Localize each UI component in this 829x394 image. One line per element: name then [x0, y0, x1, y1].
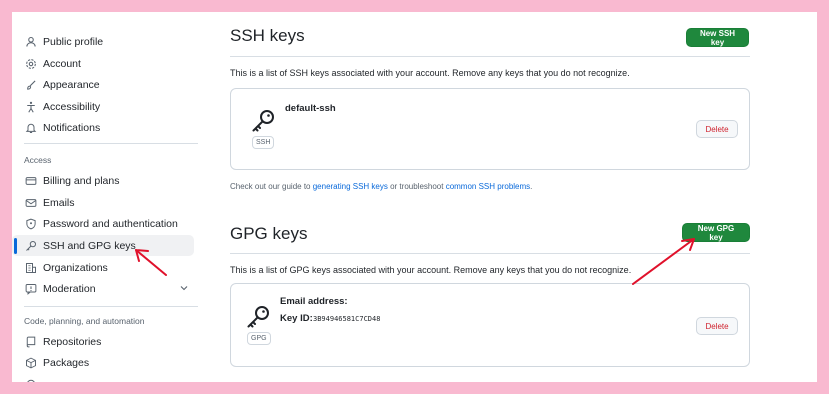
bell-icon — [24, 121, 37, 134]
sidebar-item-label: Repositories — [43, 335, 102, 348]
sidebar-item-packages[interactable]: Packages — [12, 352, 194, 373]
sidebar-item-label: Public profile — [43, 35, 104, 48]
sidebar-item-organizations[interactable]: Organizations — [12, 257, 194, 278]
sidebar-item-partial — [12, 373, 194, 382]
sidebar-item-password-authentication[interactable]: Password and authentication — [12, 213, 194, 234]
gpg-keyid-label: Key ID: — [280, 313, 313, 324]
sidebar-divider — [24, 143, 198, 144]
sidebar-item-label: Packages — [43, 356, 90, 369]
sidebar-item-label: Appearance — [43, 78, 100, 91]
ssh-divider — [230, 56, 750, 57]
sidebar-item-label: Accessibility — [43, 100, 101, 113]
ssh-keys-heading: SSH keys — [230, 26, 305, 45]
sidebar-item-label: Notifications — [43, 121, 101, 134]
gpg-description: This is a list of GPG keys associated wi… — [230, 265, 632, 275]
sidebar-item-label: Billing and plans — [43, 174, 120, 187]
ssh-help-note: Check out our guide to generating SSH ke… — [230, 182, 532, 191]
sidebar-item-label: Emails — [43, 196, 75, 209]
ssh-help-text: or troubleshoot — [387, 182, 446, 191]
cropped-icon — [24, 377, 37, 382]
gear-icon — [24, 57, 37, 70]
sidebar-item-appearance[interactable]: Appearance — [12, 74, 194, 95]
sidebar-item-label: SSH and GPG keys — [43, 239, 136, 252]
sidebar-item-repositories[interactable]: Repositories — [12, 331, 194, 352]
shield-icon — [24, 217, 37, 230]
repo-icon — [24, 335, 37, 348]
mail-icon — [24, 196, 37, 209]
accessibility-icon — [24, 100, 37, 113]
annotation-arrow-new-gpg — [632, 238, 695, 285]
common-ssh-problems-link[interactable]: common SSH problems — [446, 182, 530, 191]
ssh-help-text: Check out our guide to — [230, 182, 313, 191]
key-icon — [247, 306, 269, 328]
organization-icon — [24, 261, 37, 274]
ssh-delete-button[interactable]: Delete — [696, 120, 738, 138]
sidebar-divider — [24, 306, 198, 307]
credit-card-icon — [24, 174, 37, 187]
sidebar-heading-access: Access — [24, 155, 52, 165]
key-icon — [24, 239, 37, 252]
gpg-keys-heading: GPG keys — [230, 224, 308, 243]
gpg-key-tag: GPG — [247, 332, 271, 345]
new-ssh-key-button[interactable]: New SSH key — [686, 28, 749, 47]
sidebar-item-public-profile[interactable]: Public profile — [12, 31, 194, 52]
sidebar-item-emails[interactable]: Emails — [12, 192, 194, 213]
sidebar-item-label: Organizations — [43, 261, 108, 274]
gpg-keyid-value: 3B94946581C7CD48 — [313, 315, 381, 323]
sidebar-item-notifications[interactable]: Notifications — [12, 117, 194, 138]
ssh-description: This is a list of SSH keys associated wi… — [230, 68, 630, 78]
ssh-key-item: SSH default-ssh Delete — [230, 88, 750, 170]
gpg-divider — [230, 253, 750, 254]
sidebar-heading-code: Code, planning, and automation — [24, 316, 145, 326]
ssh-key-name: default-ssh — [285, 103, 336, 114]
new-gpg-key-button[interactable]: New GPG key — [682, 223, 750, 242]
sidebar-item-label: Account — [43, 57, 81, 70]
sidebar-item-moderation[interactable]: Moderation — [12, 278, 194, 299]
chevron-down-icon[interactable] — [178, 282, 190, 294]
generating-ssh-keys-link[interactable]: generating SSH keys — [313, 182, 388, 191]
key-icon — [252, 110, 274, 132]
sidebar-item-accessibility[interactable]: Accessibility — [12, 96, 194, 117]
report-icon — [24, 282, 37, 295]
ssh-key-tag: SSH — [252, 136, 275, 149]
package-icon — [24, 356, 37, 369]
sidebar-item-label: Moderation — [43, 282, 96, 295]
sidebar-item-billing[interactable]: Billing and plans — [12, 170, 194, 191]
ssh-help-text: . — [530, 182, 533, 191]
settings-sidebar: Public profile Account Appearance Access… — [12, 12, 212, 382]
sidebar-item-ssh-gpg-keys[interactable]: SSH and GPG keys — [12, 235, 194, 256]
settings-page: Public profile Account Appearance Access… — [12, 12, 817, 382]
person-icon — [24, 35, 37, 48]
gpg-delete-button[interactable]: Delete — [696, 317, 738, 335]
sidebar-item-label: Password and authentication — [43, 217, 178, 230]
gpg-email-label: Email address: — [280, 296, 348, 307]
paintbrush-icon — [24, 78, 37, 91]
gpg-key-item: GPG Email address: Key ID: 3B94946581C7C… — [230, 283, 750, 367]
sidebar-item-account[interactable]: Account — [12, 53, 194, 74]
